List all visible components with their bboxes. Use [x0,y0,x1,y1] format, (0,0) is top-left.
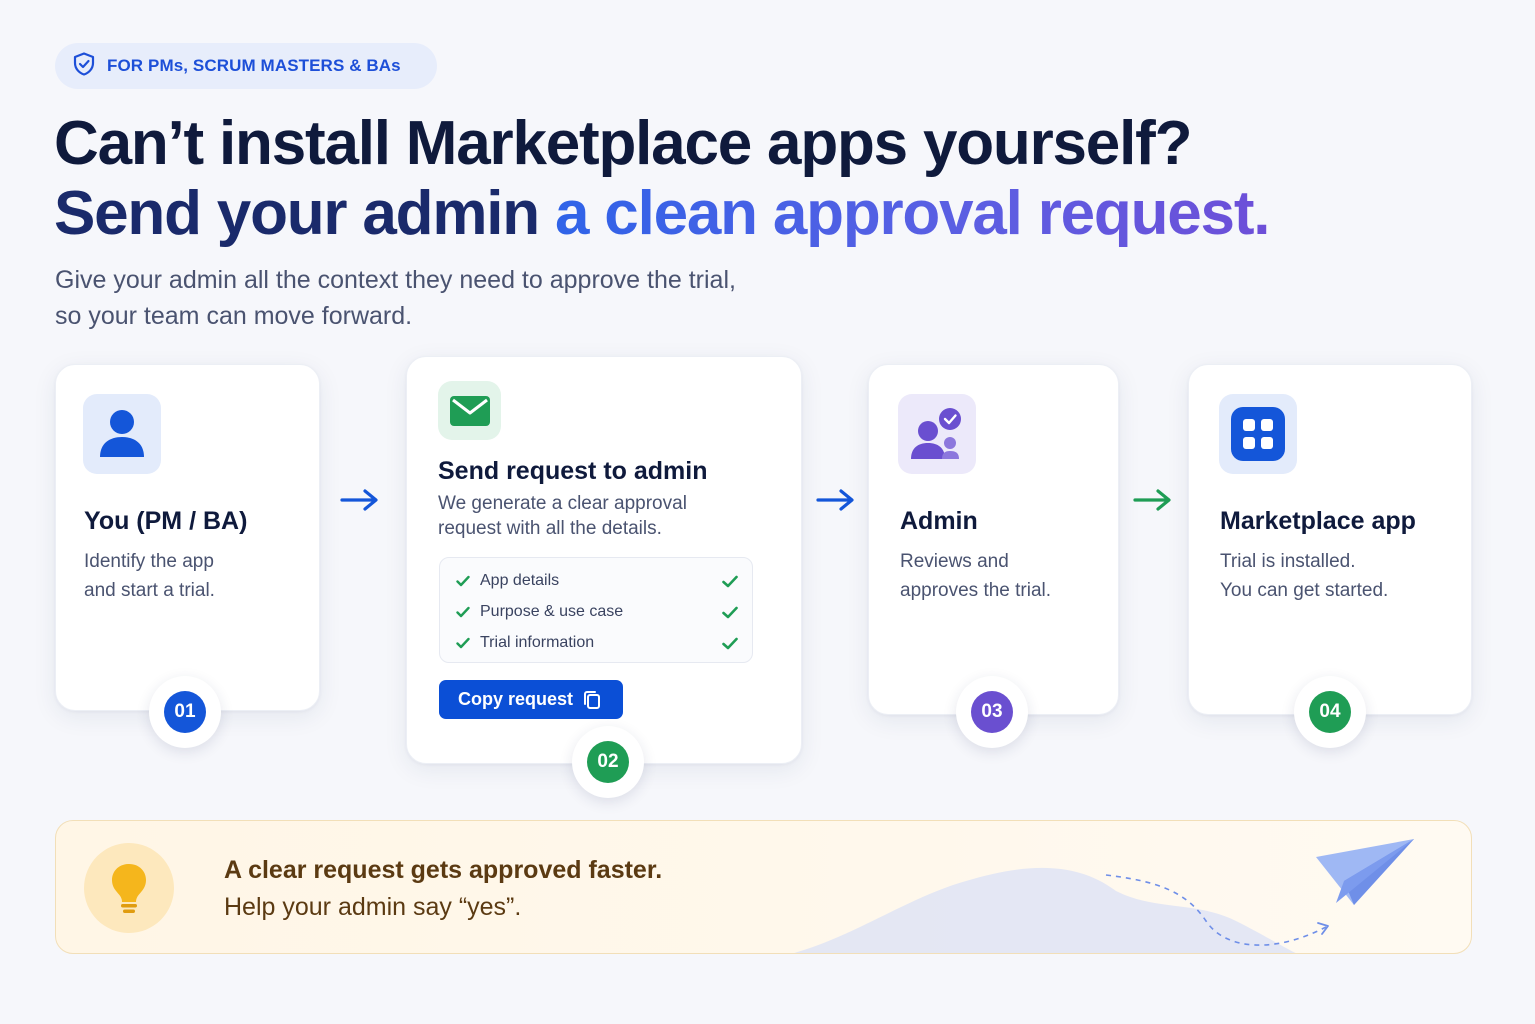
lightbulb-icon [84,843,174,933]
checklist-item-label: Purpose & use case [480,603,624,620]
headline-line-2-plain: Send your admin [54,179,555,248]
step-desc: Reviews and approves the trial. [900,547,1051,605]
mail-icon [438,381,501,440]
admin-users-icon [898,394,976,474]
user-icon [83,394,161,474]
arrow-right-icon [816,489,854,511]
step-desc-line-2: request with all the details. [438,518,662,539]
step-number-label: 03 [971,691,1013,733]
step-number-label: 04 [1309,691,1351,733]
checklist-item: App details [456,569,738,593]
step-title: Admin [900,507,978,535]
app-grid-icon [1219,394,1297,474]
step-card-admin: Admin Reviews and approves the trial. [868,364,1119,715]
check-icon [722,575,738,587]
step-number-03: 03 [956,676,1028,748]
step-number-02: 02 [572,726,644,798]
copy-request-label: Copy request [458,689,574,709]
check-icon [456,637,470,649]
subtitle-line-2: so your team can move forward. [55,302,413,330]
tip-title: A clear request gets approved faster. [224,856,663,884]
tip-banner: A clear request gets approved faster. He… [55,820,1472,954]
check-icon [722,606,738,618]
step-card-marketplace-app: Marketplace app Trial is installed. You … [1188,364,1472,715]
step-desc-line-1: We generate a clear approval [438,493,687,514]
step-number-01: 01 [149,676,221,748]
subtitle-line-1: Give your admin all the context they nee… [55,266,736,294]
headline-line-2: Send your admin a clean approval request… [54,178,1271,250]
step-title: You (PM / BA) [84,507,248,535]
shield-check-icon [73,51,95,81]
step-desc: We generate a clear approval request wit… [438,491,687,541]
badge-label: FOR PMs, SCRUM MASTERS & BAs [107,56,401,75]
check-icon [456,575,470,587]
checklist-item: Purpose & use case [456,600,738,624]
headline-line-1: Can’t install Marketplace apps yourself? [54,109,1192,178]
audience-badge: FOR PMs, SCRUM MASTERS & BAs [55,43,437,89]
step-card-you: You (PM / BA) Identify the app and start… [55,364,320,711]
step-desc-line-1: Reviews and [900,551,1009,572]
headline-highlight: a clean approval request. [555,179,1271,248]
step-desc-line-2: approves the trial. [900,580,1052,601]
step-number-04: 04 [1294,676,1366,748]
check-icon [722,637,738,649]
checklist-item-label: App details [480,572,560,589]
copy-request-button[interactable]: Copy request [439,680,623,719]
step-desc-line-1: Trial is installed. [1220,551,1356,572]
step-number-label: 02 [587,741,629,783]
arrow-right-icon [1133,489,1171,511]
step-desc-line-2: You can get started. [1220,580,1389,601]
checklist-item-label: Trial information [480,634,595,651]
subtitle: Give your admin all the context they nee… [55,262,736,334]
checklist-item: Trial information [456,631,738,655]
step-desc-line-2: and start a trial. [84,580,215,601]
step-number-label: 01 [164,691,206,733]
arrow-right-icon [340,489,378,511]
paper-plane-icon [1316,839,1414,905]
step-desc: Trial is installed. You can get started. [1220,547,1388,605]
check-icon [456,606,470,618]
tip-subtitle: Help your admin say “yes”. [224,893,522,921]
request-checklist: App details Purpose & use case Trial inf… [439,557,753,663]
step-desc: Identify the app and start a trial. [84,547,215,605]
step-title: Send request to admin [438,457,708,485]
step-desc-line-1: Identify the app [84,551,214,572]
step-card-send-request: Send request to admin We generate a clea… [406,356,802,764]
copy-icon [584,690,601,709]
step-title: Marketplace app [1220,507,1416,535]
